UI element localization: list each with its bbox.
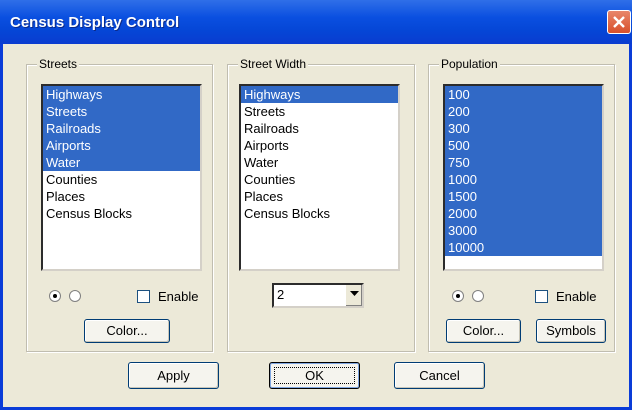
window-title: Census Display Control (10, 14, 180, 31)
street-width-group: Street Width Highways Streets Railroads Air… (227, 57, 415, 352)
streets-listbox[interactable]: Highways Streets Railroads Airports Water Cou… (41, 84, 202, 271)
list-item[interactable]: Water (241, 154, 398, 171)
dialog-window: Census Display Control Streets Highways S… (0, 0, 632, 410)
list-item[interactable]: Streets (43, 103, 200, 120)
list-item[interactable]: Water (43, 154, 200, 171)
list-item[interactable]: Counties (43, 171, 200, 188)
population-group: Population 100 200 300 500 750 1000 1500 2000 30… (428, 57, 615, 352)
list-item[interactable]: 300 (445, 120, 602, 137)
title-bar[interactable]: Census Display Control (0, 0, 632, 44)
close-icon (613, 16, 625, 28)
list-item[interactable]: Places (43, 188, 200, 205)
symbols-button-label: Symbols (546, 323, 596, 338)
streets-radio-2[interactable] (69, 290, 81, 302)
population-group-label: Population (439, 57, 500, 71)
list-item[interactable]: Railroads (241, 120, 398, 137)
cancel-button[interactable]: Cancel (394, 362, 485, 389)
list-item[interactable]: Airports (43, 137, 200, 154)
population-enable-label: Enable (556, 289, 597, 304)
list-item[interactable]: Census Blocks (43, 205, 200, 222)
population-color-button-label: Color... (462, 323, 505, 338)
list-item[interactable]: Highways (43, 86, 200, 103)
list-item[interactable]: Airports (241, 137, 398, 154)
list-item[interactable]: Places (241, 188, 398, 205)
population-enable-checkbox[interactable] (535, 290, 548, 303)
list-item[interactable]: 750 (445, 154, 602, 171)
list-item[interactable]: Counties (241, 171, 398, 188)
list-item[interactable]: 3000 (445, 222, 602, 239)
streets-radio-1[interactable] (49, 290, 61, 302)
streets-enable-label: Enable (158, 289, 199, 304)
list-item[interactable]: Railroads (43, 120, 200, 137)
streets-color-button[interactable]: Color... (84, 319, 170, 343)
list-item[interactable]: 10000 (445, 239, 602, 256)
population-radio-1[interactable] (452, 290, 464, 302)
streets-group-label: Streets (37, 57, 80, 71)
dialog-body: Streets Highways Streets Railroads Airports… (3, 44, 629, 407)
symbols-button[interactable]: Symbols (536, 319, 606, 343)
street-width-listbox[interactable]: Highways Streets Railroads Airports Water Cou… (239, 84, 400, 271)
combo-dropdown-button[interactable] (345, 285, 362, 306)
list-item[interactable]: 100 (445, 86, 602, 103)
list-item[interactable]: 2000 (445, 205, 602, 222)
list-item[interactable]: 500 (445, 137, 602, 154)
population-radio-2[interactable] (472, 290, 484, 302)
street-width-value: 2 (277, 287, 285, 302)
list-item[interactable]: Highways (241, 86, 398, 103)
list-item[interactable]: Census Blocks (241, 205, 398, 222)
street-width-combo[interactable]: 2 (272, 283, 364, 308)
streets-group: Streets Highways Streets Railroads Airports… (26, 57, 213, 352)
focus-rectangle (274, 367, 355, 384)
list-item[interactable]: 1000 (445, 171, 602, 188)
apply-button-label: Apply (157, 368, 190, 383)
streets-enable-checkbox[interactable] (137, 290, 150, 303)
cancel-button-label: Cancel (419, 368, 460, 383)
list-item[interactable]: Streets (241, 103, 398, 120)
list-item[interactable]: 1500 (445, 188, 602, 205)
apply-button[interactable]: Apply (128, 362, 219, 389)
streets-color-button-label: Color... (106, 323, 148, 338)
list-item[interactable]: 200 (445, 103, 602, 120)
population-color-button[interactable]: Color... (446, 319, 521, 343)
close-button[interactable] (607, 10, 631, 34)
chevron-down-icon (350, 291, 359, 296)
street-width-group-label: Street Width (238, 57, 309, 71)
population-listbox[interactable]: 100 200 300 500 750 1000 1500 2000 3000 10000 (443, 84, 604, 271)
ok-button[interactable]: OK (269, 362, 360, 389)
